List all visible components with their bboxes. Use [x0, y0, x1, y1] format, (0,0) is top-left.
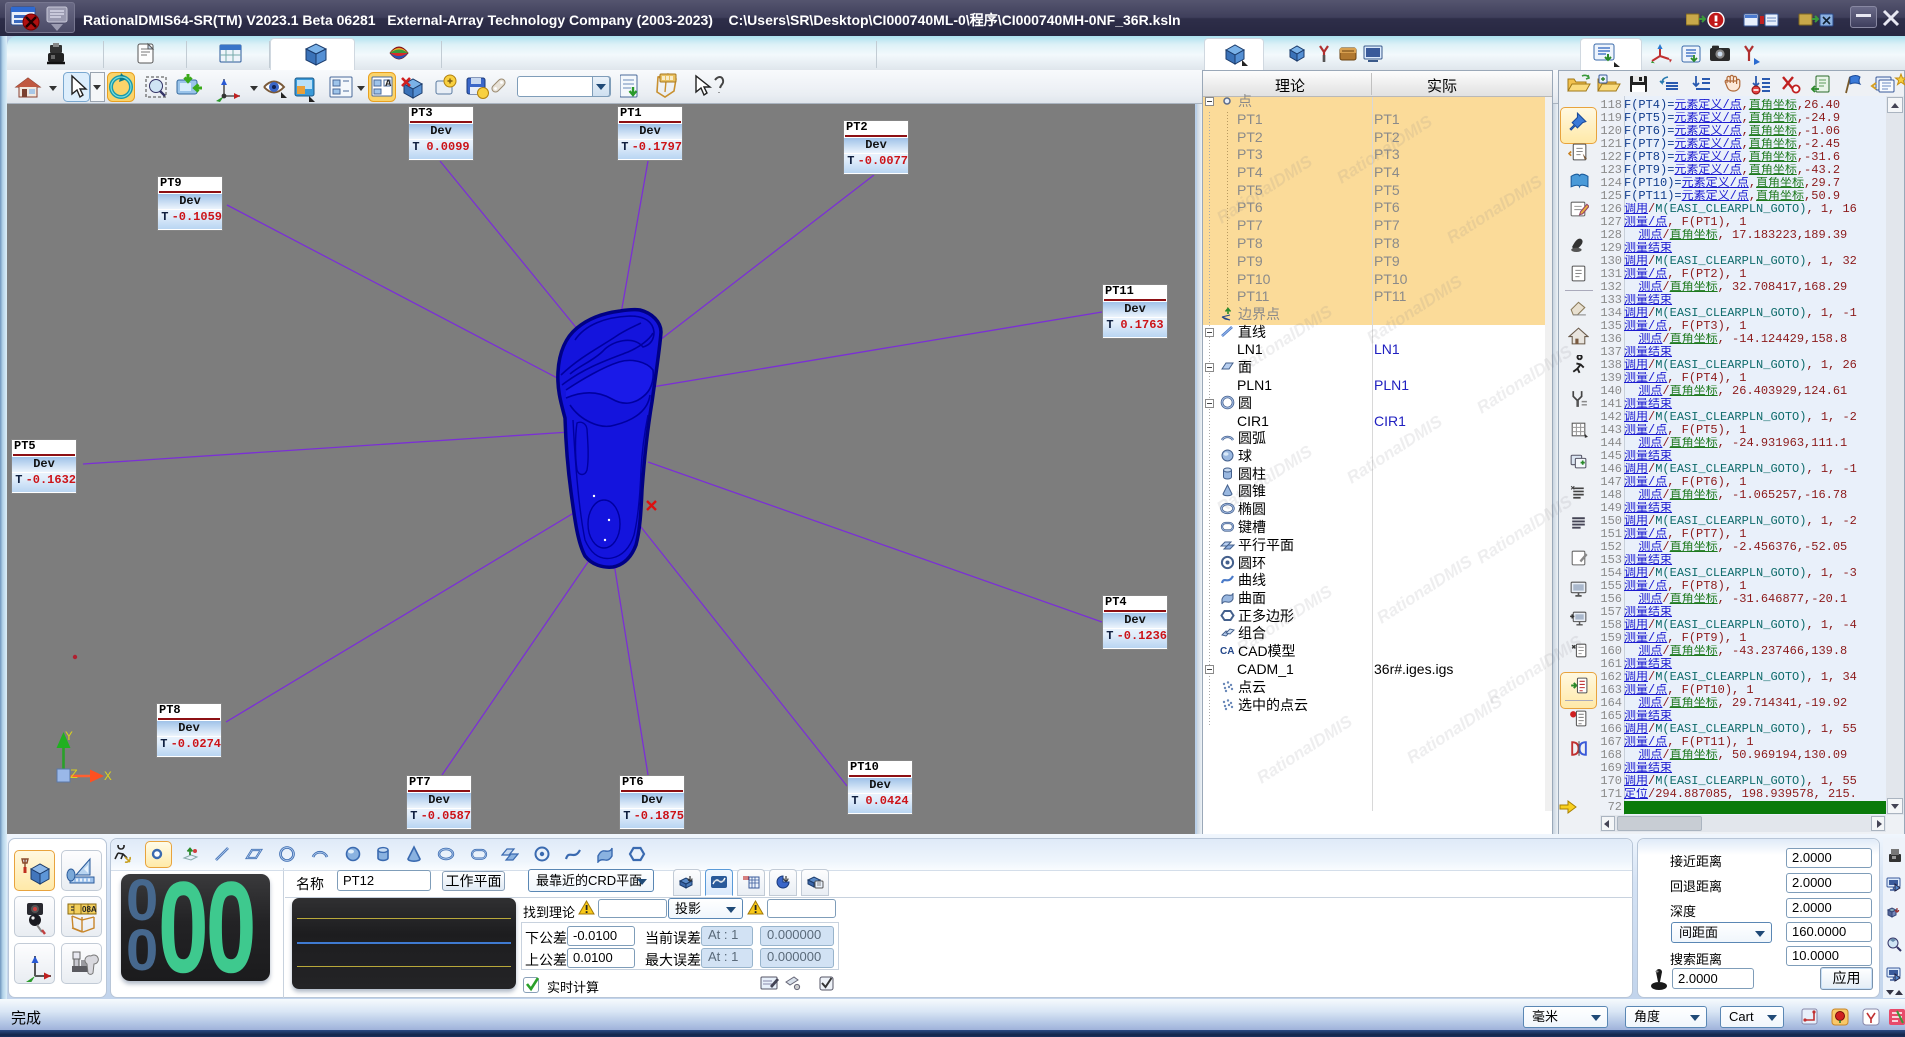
svg-text:CAD: CAD — [1220, 646, 1235, 657]
svg-text:Z: Z — [70, 767, 78, 782]
svg-text:Y: Y — [65, 729, 73, 744]
svg-text:X: X — [104, 769, 112, 784]
svg-text:A: A — [385, 78, 392, 88]
svg-text:08A: 08A — [82, 905, 97, 914]
